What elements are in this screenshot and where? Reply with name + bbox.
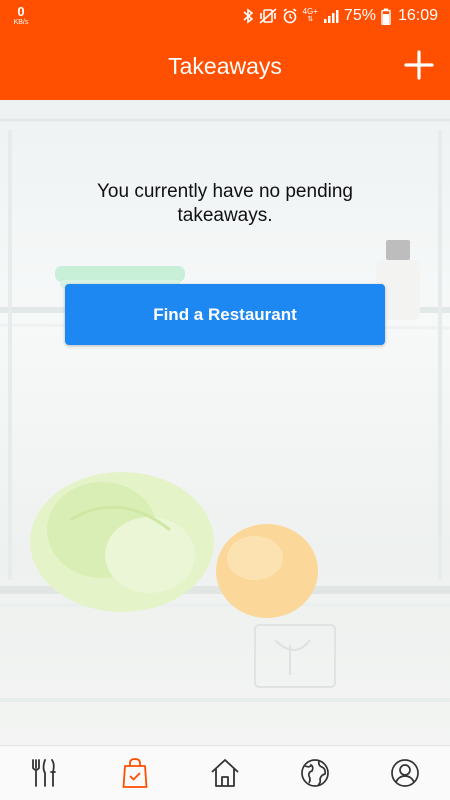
battery-percent: 75% [343,7,376,24]
network-speed-unit: KB/s [13,19,29,26]
status-icons: 4G+ ⇅ 75% 16:09 [242,0,438,32]
signal-icon [323,8,339,24]
alarm-icon [282,8,298,24]
app-bar: Takeaways [0,32,450,100]
profile-icon [391,759,419,787]
network-type: 4G+ ⇅ [303,8,318,24]
globe-icon [301,759,329,787]
page-title: Takeaways [168,53,282,79]
empty-state-message: You currently have no pending takeaways. [97,181,353,226]
nav-item-explore[interactable] [270,746,360,800]
fork-knife-icon [32,759,56,787]
plus-icon [404,50,434,80]
battery-icon [381,8,391,25]
add-takeaway-button[interactable] [402,48,436,82]
shopping-bag-icon [122,758,148,788]
find-restaurant-button[interactable]: Find a Restaurant [65,284,385,345]
network-speed: 0 KB/s [10,5,32,26]
nav-item-profile[interactable] [360,746,450,800]
vibrate-icon [259,8,277,24]
network-activity-icon: ⇅ [307,16,314,23]
bluetooth-icon [242,8,254,24]
bottom-navigation [0,745,450,800]
status-bar: 0 KB/s 4G+ ⇅ 75% 16:09 [0,0,450,32]
nav-item-home[interactable] [180,746,270,800]
nav-item-takeaways[interactable] [90,746,180,800]
nav-item-restaurants[interactable] [0,746,90,800]
network-speed-value: 0 [17,4,25,19]
home-icon [211,759,239,787]
network-type-label: 4G+ [302,7,318,16]
clock: 16:09 [397,7,438,24]
